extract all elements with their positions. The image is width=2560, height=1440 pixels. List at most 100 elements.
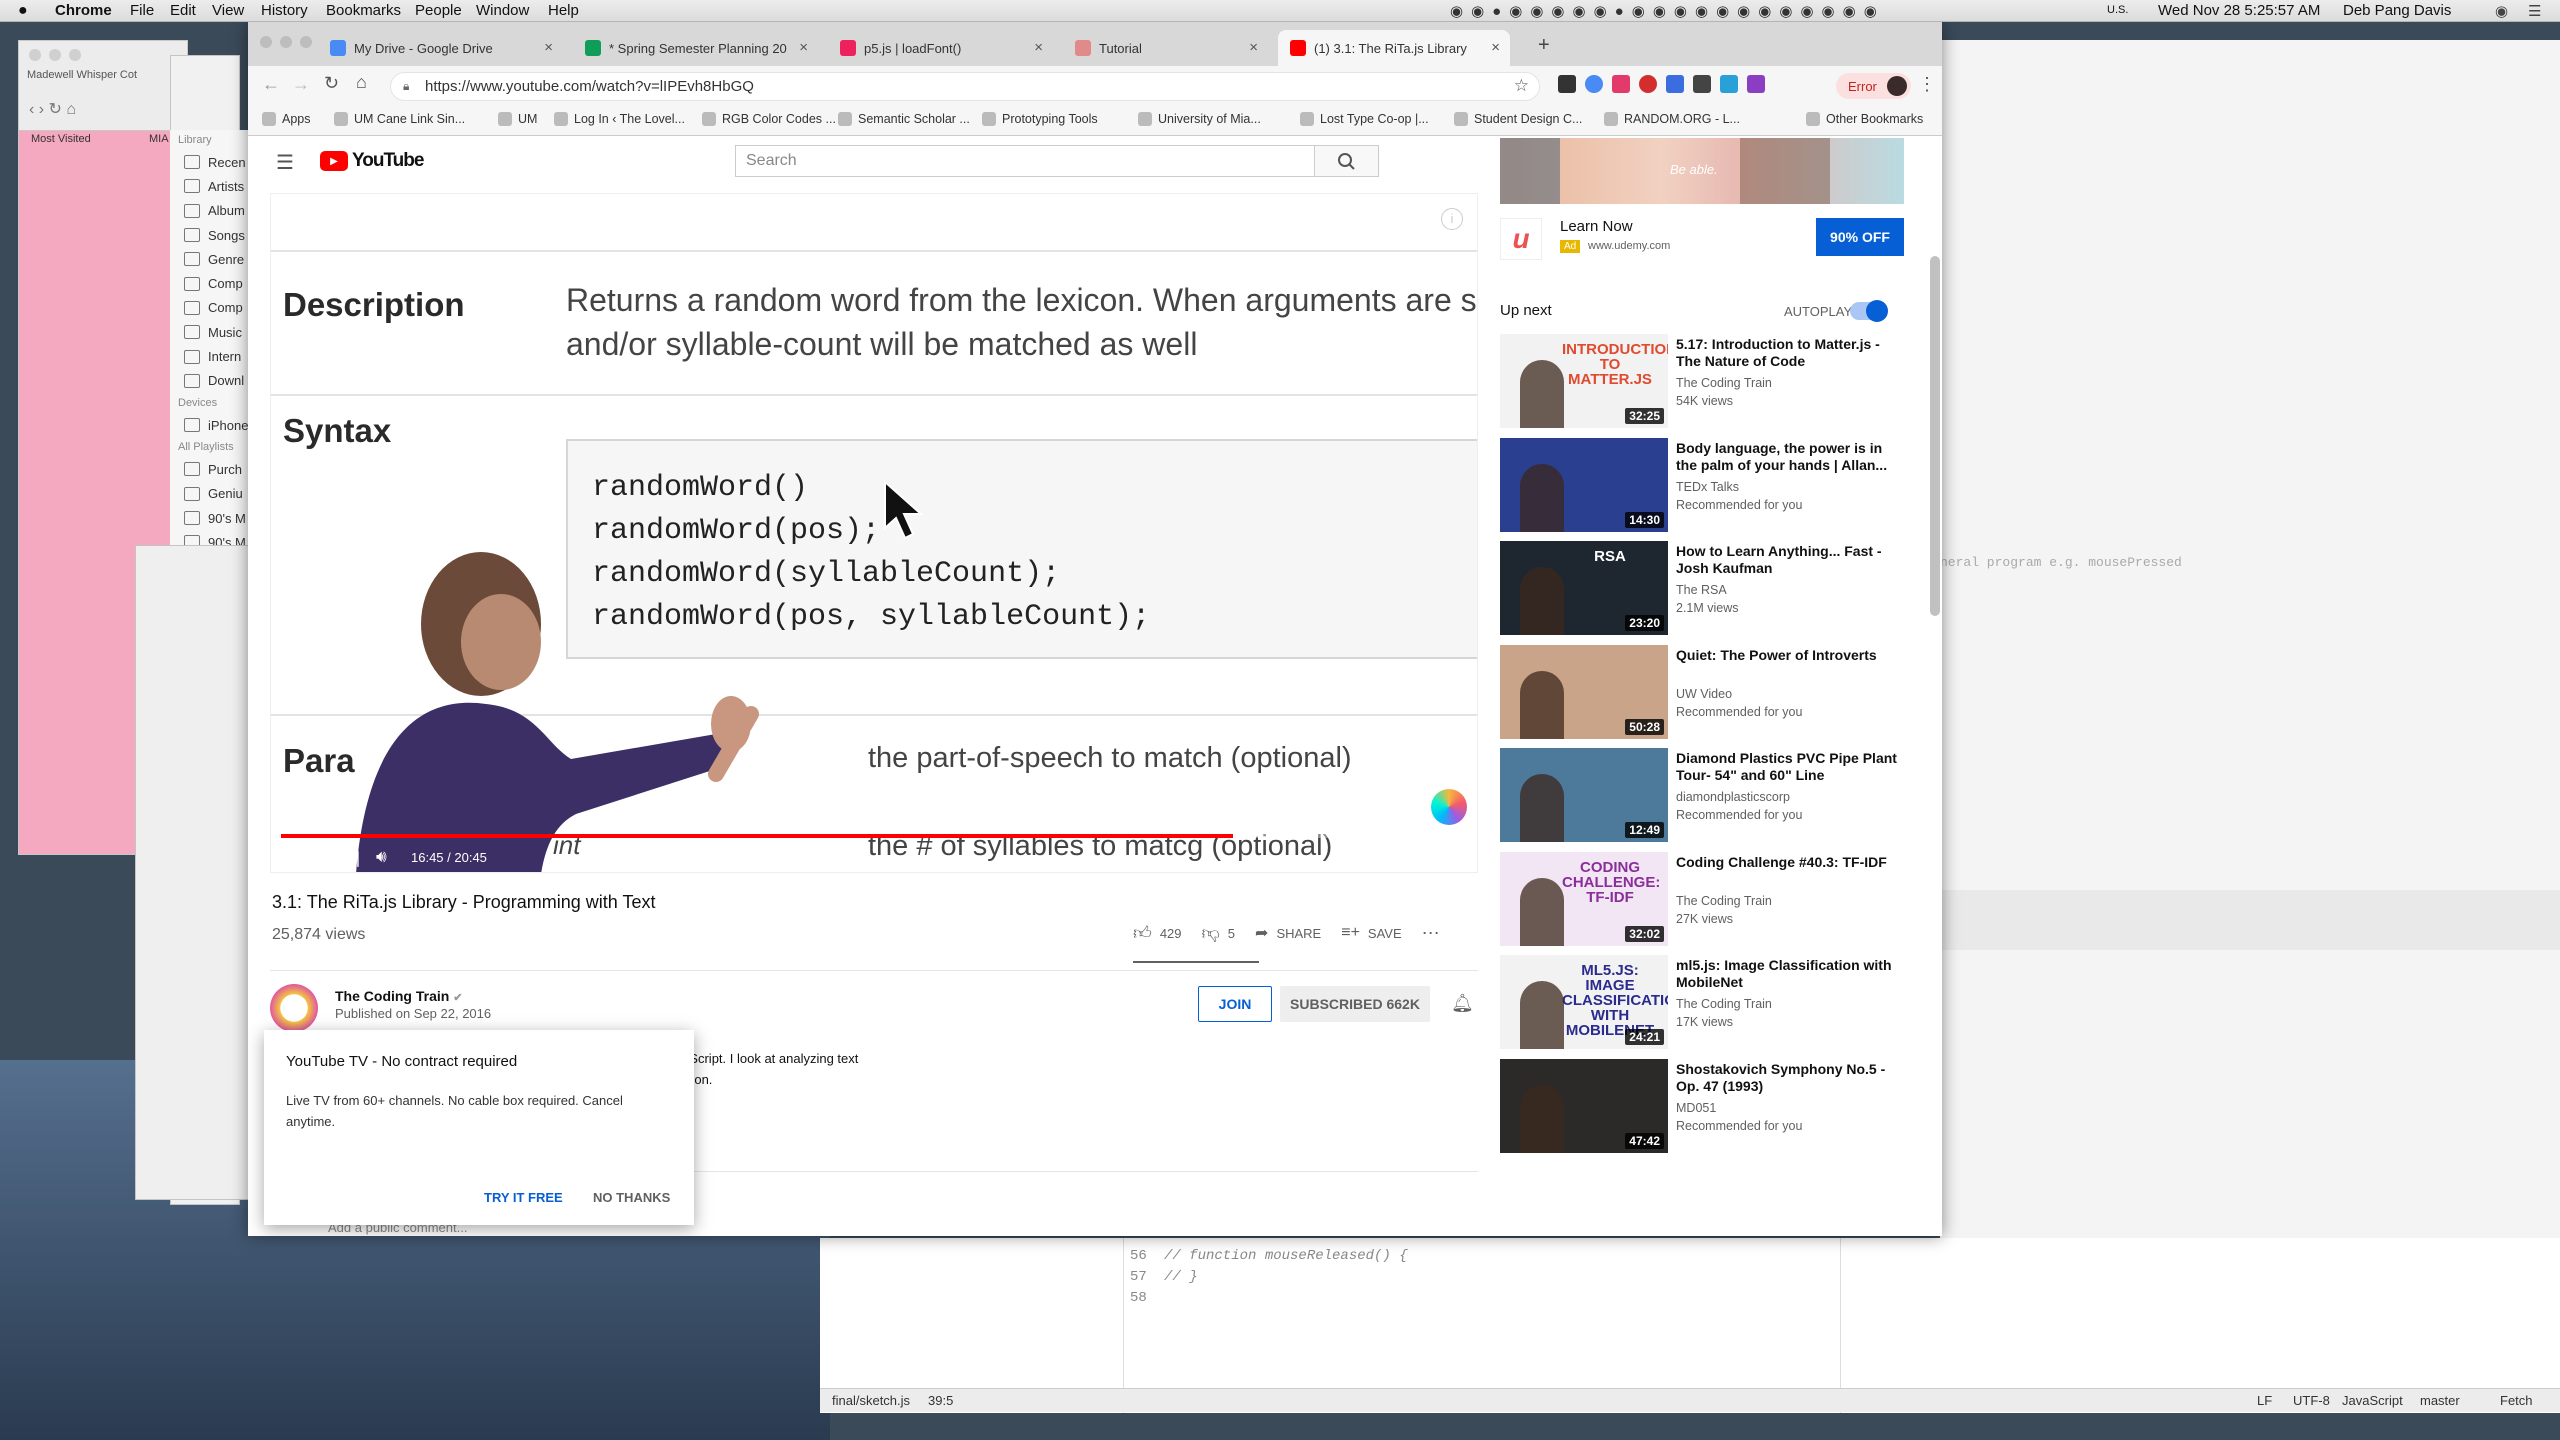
youtube-logo[interactable]: ▶ YouTube — [320, 150, 424, 172]
join-button[interactable]: JOIN — [1198, 986, 1272, 1022]
recommended-title[interactable]: Coding Challenge #40.3: TF-IDF — [1676, 854, 1906, 871]
hamburger-menu-icon[interactable]: ☰ — [276, 150, 294, 175]
bookmark-item[interactable]: Other Bookmarks — [1806, 112, 1923, 126]
recommended-title[interactable]: How to Learn Anything... Fast - Josh Kau… — [1676, 543, 1906, 577]
share-button[interactable]: ➦ SHARE — [1255, 923, 1321, 943]
extension-icon[interactable] — [1612, 75, 1630, 93]
video-player[interactable]: i Description Returns a random word from… — [270, 193, 1478, 873]
background-tab-title[interactable]: Madewell Whisper Cot — [27, 69, 137, 81]
recommended-video[interactable]: RSA 23:20 How to Learn Anything... Fast - … — [1500, 541, 1910, 641]
input-source[interactable]: U.S. — [2107, 4, 2128, 16]
channel-avatar[interactable] — [270, 984, 318, 1032]
menubar-user[interactable]: Deb Pang Davis — [2343, 2, 2451, 19]
reload-icon[interactable]: ↻ — [324, 73, 339, 94]
recommended-title[interactable]: Shostakovich Symphony No.5 - Op. 47 (199… — [1676, 1061, 1906, 1095]
recommended-channel[interactable]: The RSA — [1676, 583, 1727, 597]
browser-tab[interactable]: My Drive - Google Drive × — [318, 30, 563, 66]
subscribed-button[interactable]: SUBSCRIBED 662K — [1280, 986, 1430, 1022]
close-window-button[interactable] — [260, 36, 272, 48]
close-tab-icon[interactable]: × — [1491, 39, 1500, 56]
close-tab-icon[interactable]: × — [1249, 39, 1258, 56]
bookmark-item[interactable]: Prototyping Tools — [982, 112, 1098, 126]
close-tab-icon[interactable]: × — [1034, 39, 1043, 56]
menubar-status-icons[interactable]: ◉◉●◉◉◉◉◉●◉◉◉◉◉◉◉◉◉◉◉◉ — [1450, 2, 1885, 20]
recommended-channel[interactable]: The Coding Train — [1676, 997, 1772, 1011]
apple-icon[interactable]: ● — [18, 2, 28, 20]
notification-center-icon[interactable]: ☰ — [2528, 2, 2541, 20]
chrome-menu-icon[interactable]: ⋮ — [1918, 74, 1936, 95]
autoplay-toggle[interactable] — [1850, 300, 1888, 322]
recommended-title[interactable]: ml5.js: Image Classification with Mobile… — [1676, 957, 1906, 991]
recommended-title[interactable]: 5.17: Introduction to Matter.js - The Na… — [1676, 336, 1906, 370]
theater-mode-icon[interactable] — [1423, 848, 1443, 862]
channel-watermark-icon[interactable] — [1431, 789, 1467, 825]
recommended-title[interactable]: Diamond Plastics PVC Pipe Plant Tour- 54… — [1676, 750, 1906, 784]
menu-people[interactable]: People — [415, 2, 462, 19]
menu-window[interactable]: Window — [476, 2, 529, 19]
bookmark-item[interactable]: Log In ‹ The Lovel... — [554, 112, 685, 126]
minimize-window-button[interactable] — [280, 36, 292, 48]
recommended-channel[interactable]: diamondplasticscorp — [1676, 790, 1790, 804]
extension-icon[interactable] — [1639, 75, 1657, 93]
extension-icon[interactable] — [1720, 75, 1738, 93]
extension-icon[interactable] — [1693, 75, 1711, 93]
extension-icon[interactable] — [1747, 75, 1765, 93]
siri-icon[interactable]: ◉ — [2495, 2, 2508, 20]
new-tab-button[interactable]: + — [1538, 34, 1550, 57]
bookmark-item[interactable]: UM Cane Link Sin... — [334, 112, 465, 126]
bookmark-item[interactable]: Semantic Scholar ... — [838, 112, 970, 126]
page-scrollbar[interactable] — [1930, 256, 1940, 616]
recommended-channel[interactable]: TEDx Talks — [1676, 480, 1739, 494]
menu-bookmarks[interactable]: Bookmarks — [326, 2, 401, 19]
dislike-button[interactable]: 👎︎ 5 — [1202, 922, 1236, 944]
recommended-video[interactable]: 12:49 Diamond Plastics PVC Pipe Plant Tou… — [1500, 748, 1910, 848]
bookmark-item[interactable]: UM — [498, 112, 537, 126]
browser-tab[interactable]: Tutorial × — [1063, 30, 1268, 66]
save-button[interactable]: ≡+ SAVE — [1341, 924, 1401, 942]
browser-tab[interactable]: p5.js | loadFont() × — [828, 30, 1053, 66]
bookmark-item[interactable]: Lost Type Co-op |... — [1300, 112, 1429, 126]
menu-view[interactable]: View — [212, 2, 244, 19]
menu-edit[interactable]: Edit — [170, 2, 196, 19]
info-icon[interactable]: i — [1441, 208, 1463, 230]
recommended-channel[interactable]: The Coding Train — [1676, 894, 1772, 908]
bookmark-item[interactable]: Student Design C... — [1454, 112, 1582, 126]
volume-icon[interactable]: 🔊︎ — [376, 847, 387, 867]
extension-icon[interactable] — [1585, 75, 1603, 93]
progress-bar[interactable] — [281, 834, 1471, 838]
menu-app-name[interactable]: Chrome — [55, 2, 112, 19]
video-thumbnail[interactable]: 50:28 — [1500, 644, 1668, 739]
browser-tab[interactable]: * Spring Semester Planning 20 × — [573, 30, 818, 66]
ad-card[interactable]: u Learn Now Ad www.udemy.com 90% OFF — [1500, 212, 1904, 272]
status-encoding[interactable]: UTF-8 — [2293, 1393, 2330, 1408]
forward-icon[interactable]: → — [292, 74, 310, 95]
pause-icon[interactable]: ❚❚ — [296, 848, 323, 868]
recommended-video[interactable]: CODING CHALLENGE: TF-IDF 32:02 Coding Chal… — [1500, 851, 1910, 952]
video-thumbnail[interactable]: RSA 23:20 — [1500, 541, 1668, 635]
bookmark-most-visited[interactable]: Most Visited — [31, 133, 91, 145]
home-icon[interactable]: ⌂ — [356, 72, 367, 93]
status-branch[interactable]: master — [2420, 1393, 2460, 1408]
menu-help[interactable]: Help — [548, 2, 579, 19]
try-it-free-button[interactable]: TRY IT FREE — [484, 1190, 563, 1205]
recommended-video[interactable]: 14:30 Body language, the power is in the … — [1500, 437, 1910, 538]
ad-banner[interactable]: Be able. — [1500, 138, 1904, 204]
channel-name[interactable]: The Coding Train ✔ — [335, 988, 462, 1004]
status-cursor[interactable]: 39:5 — [928, 1393, 953, 1408]
bookmark-item[interactable]: RGB Color Codes ... — [702, 112, 836, 126]
search-input[interactable]: Search — [735, 145, 1315, 177]
status-line-ending[interactable]: LF — [2257, 1393, 2272, 1408]
bookmark-star-icon[interactable]: ☆ — [1514, 76, 1529, 96]
like-button[interactable]: 👍︎ 429 — [1133, 922, 1182, 944]
bookmark-item[interactable]: Apps — [262, 112, 311, 126]
recommended-video[interactable]: ML5.JS: IMAGE CLASSIFICATION WITH MOBILE… — [1500, 955, 1910, 1055]
video-thumbnail[interactable]: 14:30 — [1500, 437, 1668, 532]
recommended-video[interactable]: 50:28 Quiet: The Power of Introverts UW Vi… — [1500, 644, 1910, 745]
extension-icon[interactable] — [1558, 75, 1576, 93]
video-thumbnail[interactable]: 12:49 — [1500, 748, 1668, 842]
settings-gear-icon[interactable]: ⚙ — [1387, 846, 1403, 867]
recommended-channel[interactable]: UW Video — [1676, 687, 1732, 701]
video-thumbnail[interactable]: 47:42 — [1500, 1058, 1668, 1153]
recommended-title[interactable]: Quiet: The Power of Introverts — [1676, 647, 1906, 664]
recommended-video[interactable]: 47:42 Shostakovich Symphony No.5 - Op. 47… — [1500, 1058, 1910, 1159]
